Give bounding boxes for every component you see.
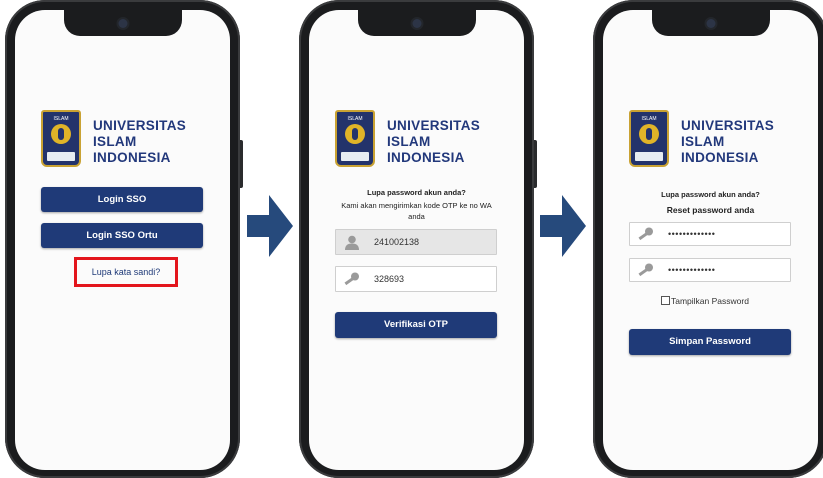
user-id-value: 241002138 <box>374 237 420 247</box>
forgot-password-link[interactable]: Lupa kata sandi? <box>74 257 178 287</box>
show-password-label: Tampilkan Password <box>671 296 749 306</box>
phone-1: ISLAM UNIVERSITAS ISLAM INDONESIA Login SS… <box>5 0 243 478</box>
user-id-field[interactable]: 241002138 <box>335 229 497 255</box>
uii-logo: ISLAM UNIVERSITAS ISLAM INDONESIA <box>41 110 211 168</box>
screen-reset: ISLAM UNIVERSITAS ISLAM INDONESIA Lupa pas… <box>603 10 818 470</box>
crest-icon: ISLAM <box>629 110 669 167</box>
screen-login: ISLAM UNIVERSITAS ISLAM INDONESIA Login SS… <box>15 10 230 470</box>
uii-logo: ISLAM UNIVERSITAS ISLAM INDONESIA <box>629 110 799 168</box>
save-password-button[interactable]: Simpan Password <box>629 329 791 355</box>
show-password-toggle[interactable]: Tampilkan Password <box>661 296 749 306</box>
brand-name: UNIVERSITAS ISLAM INDONESIA <box>387 118 481 165</box>
phone-3: ISLAM UNIVERSITAS ISLAM INDONESIA Lupa pas… <box>593 0 823 478</box>
crest-icon: ISLAM <box>335 110 375 167</box>
otp-field[interactable]: 328693 <box>335 266 497 292</box>
login-sso-button[interactable]: Login SSO <box>41 187 203 212</box>
user-icon <box>345 235 359 250</box>
camera <box>412 19 421 28</box>
otp-description: Kami akan mengirimkan kode OTP ke no WA a… <box>341 201 492 221</box>
confirm-password-field[interactable]: ••••••••••••• <box>629 258 791 282</box>
otp-heading: Lupa password akun anda? <box>367 188 466 197</box>
new-password-value: ••••••••••••• <box>668 229 716 239</box>
key-icon <box>344 272 359 286</box>
right-arrow-icon <box>540 195 586 257</box>
reset-heading: Lupa password akun anda? <box>661 190 760 199</box>
reset-subheading: Reset password anda <box>666 205 755 215</box>
new-password-field[interactable]: ••••••••••••• <box>629 222 791 246</box>
phone-2: ISLAM UNIVERSITAS ISLAM INDONESIA Lupa pas… <box>299 0 537 478</box>
notch <box>651 10 770 36</box>
verify-otp-button[interactable]: Verifikasi OTP <box>335 312 497 338</box>
key-icon <box>638 263 653 277</box>
otp-value: 328693 <box>374 274 405 284</box>
camera <box>118 19 127 28</box>
notch <box>63 10 182 36</box>
notch <box>357 10 476 36</box>
key-icon <box>638 227 653 241</box>
right-arrow-icon <box>247 195 293 257</box>
screen-otp: ISLAM UNIVERSITAS ISLAM INDONESIA Lupa pas… <box>309 10 524 470</box>
login-sso-ortu-button[interactable]: Login SSO Ortu <box>41 223 203 248</box>
confirm-password-value: ••••••••••••• <box>668 265 716 275</box>
uii-logo: ISLAM UNIVERSITAS ISLAM INDONESIA <box>335 110 505 168</box>
crest-icon: ISLAM <box>41 110 81 167</box>
checkbox[interactable] <box>661 296 670 305</box>
brand-name: UNIVERSITAS ISLAM INDONESIA <box>681 118 775 165</box>
brand-name: UNIVERSITAS ISLAM INDONESIA <box>93 118 187 165</box>
camera <box>706 19 715 28</box>
